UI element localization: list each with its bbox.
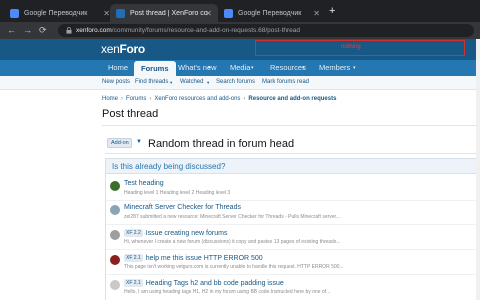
divider xyxy=(105,153,480,154)
thread-title-line: XF 2.1 help me this issue HTTP ERROR 500 xyxy=(124,254,263,262)
list-item[interactable]: XF 2.2 Issue creating new forums Hi, when… xyxy=(110,229,480,251)
search-highlight-box[interactable]: nothing xyxy=(255,40,465,56)
breadcrumb: Home › Forums › XenForo resources and add-on… xyxy=(102,96,336,102)
thread-title-input[interactable]: Random thread in forum head xyxy=(148,138,294,150)
similar-threads-heading: Is this already being discussed? xyxy=(112,162,226,171)
avatar[interactable] xyxy=(110,280,120,290)
subnav-find-threads[interactable]: Find threads xyxy=(135,79,168,85)
tab-title: Post thread | XenForo community xyxy=(130,9,208,17)
thread-title[interactable]: Test heading xyxy=(124,180,164,187)
lock-icon xyxy=(66,27,72,34)
tab-title: Google Переводчик xyxy=(238,9,302,17)
chevron-down-icon[interactable]: ▾ xyxy=(207,80,209,86)
xenforo-logo[interactable]: xenForo xyxy=(101,42,145,56)
thread-snippet: This page isn't working vetgurs.com is c… xyxy=(124,264,344,270)
divider xyxy=(106,249,480,250)
breadcrumb-separator: › xyxy=(149,96,152,102)
chevron-down-icon[interactable]: ▾ xyxy=(251,65,254,71)
google-translate-icon xyxy=(10,8,19,18)
breadcrumb-separator: › xyxy=(243,96,246,102)
sub-nav: New posts Find threads Watched Search fo… xyxy=(0,76,480,90)
url-host: xenforo.com xyxy=(76,27,112,34)
url-path: /community/forums/resource-and-add-on-re… xyxy=(111,27,301,34)
version-badge: XF 2.1 xyxy=(124,279,143,287)
thread-title-line: XF 2.1 Heading Tags h2 and bb code paddin… xyxy=(124,279,284,287)
nav-members[interactable]: Members xyxy=(312,60,357,76)
scrollbar[interactable] xyxy=(476,39,480,300)
version-badge: XF 2.2 xyxy=(124,229,143,237)
list-item[interactable]: Test heading Heading level 1 Heading lev… xyxy=(110,180,480,202)
chevron-down-icon[interactable]: ▼ xyxy=(136,139,142,145)
avatar[interactable] xyxy=(110,181,120,191)
browser-tab-3[interactable]: Google Переводчик ✕ xyxy=(218,4,326,22)
forward-arrow-icon[interactable]: → xyxy=(23,25,32,36)
divider xyxy=(102,125,480,126)
chevron-down-icon[interactable]: ▾ xyxy=(208,65,211,71)
back-arrow-icon[interactable]: ← xyxy=(7,25,16,36)
avatar[interactable] xyxy=(110,205,120,215)
list-item[interactable]: Minecraft Server Checker for Threads zei… xyxy=(110,204,480,226)
browser-tab-1[interactable]: Google Переводчик ✕ xyxy=(4,4,116,22)
chevron-down-icon[interactable]: ▾ xyxy=(302,65,305,71)
breadcrumb-resources[interactable]: XenForo resources and add-ons xyxy=(154,96,240,102)
thread-snippet: zei287 submitted a new resource: Minecra… xyxy=(124,214,341,220)
avatar[interactable] xyxy=(110,230,120,240)
breadcrumb-current[interactable]: Resource and add-on requests xyxy=(248,96,336,102)
subnav-search-forums[interactable]: Search forums xyxy=(216,79,255,85)
version-badge: XF 2.1 xyxy=(124,254,143,262)
thread-title[interactable]: Issue creating new forums xyxy=(146,230,228,237)
nav-whats-new[interactable]: What's new xyxy=(171,60,224,76)
chevron-down-icon[interactable]: ▾ xyxy=(353,65,356,71)
breadcrumb-forums[interactable]: Forums xyxy=(126,96,146,102)
google-translate-icon xyxy=(224,8,233,18)
browser-tab-2-active[interactable]: Post thread | XenForo community ✕ xyxy=(110,4,218,22)
browser-toolbar: ← → ⟳ xenforo.com/community/forums/resou… xyxy=(0,22,480,39)
thread-title[interactable]: help me this issue HTTP ERROR 500 xyxy=(146,255,263,262)
main-nav: Home Forums What's new Media Resources M… xyxy=(0,60,480,76)
search-highlight-text: nothing xyxy=(341,44,361,50)
nav-forums[interactable]: Forums xyxy=(134,61,176,76)
similar-threads-header: Is this already being discussed? xyxy=(106,159,480,174)
new-tab-button[interactable]: + xyxy=(329,6,335,17)
close-icon[interactable]: ✕ xyxy=(205,9,212,18)
divider xyxy=(106,224,480,225)
nav-home[interactable]: Home xyxy=(101,60,135,76)
thread-title[interactable]: Minecraft Server Checker for Threads xyxy=(124,204,241,211)
xenforo-favicon-icon xyxy=(116,8,125,18)
thread-snippet: Hi, whenever I create a new forum (discu… xyxy=(124,239,341,245)
thread-snippet: Hello, I am using heading tags H1, H2 in… xyxy=(124,289,331,295)
address-bar[interactable]: xenforo.com/community/forums/resource-an… xyxy=(58,24,474,37)
logo-pre: xen xyxy=(101,42,120,56)
page-title: Post thread xyxy=(102,108,159,120)
close-icon[interactable]: ✕ xyxy=(313,9,320,18)
chevron-down-icon[interactable]: ▾ xyxy=(170,80,172,86)
subnav-watched[interactable]: Watched xyxy=(180,79,203,85)
list-item[interactable]: XF 2.1 Heading Tags h2 and bb code paddin… xyxy=(110,279,480,300)
divider xyxy=(106,274,480,275)
subnav-new-posts[interactable]: New posts xyxy=(102,79,130,85)
tab-title: Google Переводчик xyxy=(24,9,88,17)
list-item[interactable]: XF 2.1 help me this issue HTTP ERROR 500 … xyxy=(110,254,480,276)
thread-title-line: XF 2.2 Issue creating new forums xyxy=(124,229,227,237)
logo-post: Foro xyxy=(119,42,145,56)
subnav-mark-forums-read[interactable]: Mark forums read xyxy=(262,79,309,85)
prefix-selector[interactable]: Add-on xyxy=(107,138,132,148)
close-icon[interactable]: ✕ xyxy=(103,9,110,18)
nav-resources[interactable]: Resources xyxy=(263,60,313,76)
breadcrumb-separator: › xyxy=(121,96,124,102)
reload-icon[interactable]: ⟳ xyxy=(39,25,47,36)
avatar[interactable] xyxy=(110,255,120,265)
thread-snippet: Heading level 1 Heading level 2 Heading … xyxy=(124,190,231,196)
thread-title[interactable]: Heading Tags h2 and bb code padding issu… xyxy=(146,280,284,287)
url-text: xenforo.com/community/forums/resource-an… xyxy=(76,27,300,34)
divider xyxy=(106,200,480,201)
browser-tab-bar: Google Переводчик ✕ Post thread | XenFor… xyxy=(0,0,480,22)
breadcrumb-home[interactable]: Home xyxy=(102,96,118,102)
